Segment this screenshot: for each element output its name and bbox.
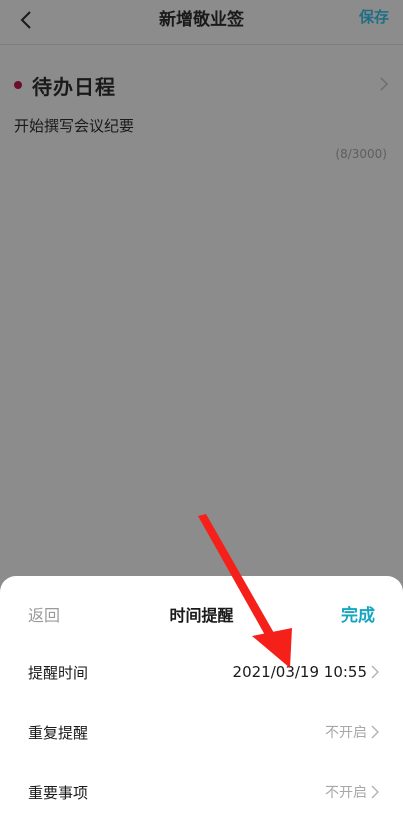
time-reminder-sheet: 返回 时间提醒 完成 提醒时间 2021/03/19 10:55 重复提醒 不开… [0,576,403,826]
page-title: 新增敬业签 [159,10,244,30]
chevron-right-icon [380,77,389,91]
row-label: 提醒时间 [28,663,89,682]
save-button[interactable]: 保存 [359,6,389,27]
important-item-row[interactable]: 重要事项 不开启 [0,762,403,822]
chevron-right-icon [371,785,379,799]
reminder-time-value: 2021/03/19 10:55 [232,663,367,681]
category-color-dot [14,81,22,89]
top-bar: 新增敬业签 保存 [0,0,403,45]
reminder-time-row[interactable]: 提醒时间 2021/03/19 10:55 [0,642,403,702]
repeat-reminder-value: 不开启 [325,725,367,741]
chevron-right-icon [371,665,379,679]
chevron-right-icon [371,725,379,739]
category-label: 待办日程 [32,74,116,99]
category-selector[interactable]: 待办日程 [14,70,389,100]
note-content[interactable]: 开始撰写会议纪要 [14,115,134,136]
done-button[interactable]: 完成 [341,601,375,626]
sheet-header: 返回 时间提醒 完成 [0,576,403,642]
row-label: 重复提醒 [28,723,89,742]
char-count: (8/3000) [335,147,387,161]
repeat-reminder-row[interactable]: 重复提醒 不开启 [0,702,403,762]
row-label: 重要事项 [28,783,89,802]
important-item-value: 不开启 [325,785,367,801]
